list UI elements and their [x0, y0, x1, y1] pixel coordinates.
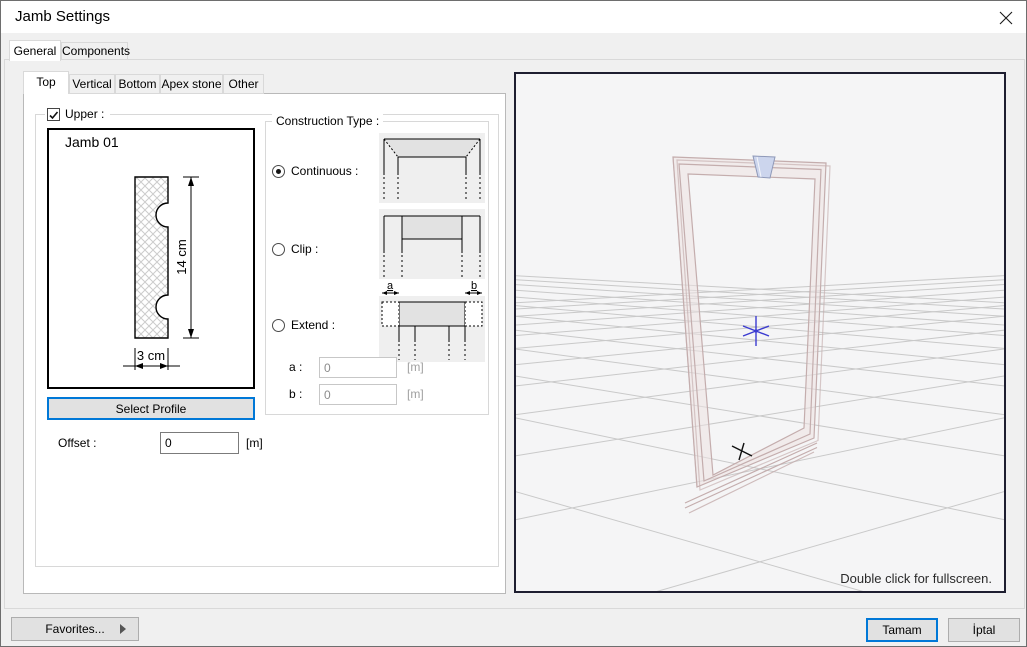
offset-label: Offset :	[58, 436, 96, 450]
radio-extend-label: Extend :	[291, 318, 335, 332]
favorites-button[interactable]: Favorites...	[11, 617, 139, 641]
tab-top[interactable]: Top	[23, 71, 69, 94]
a-unit: [m]	[407, 360, 424, 374]
upper-checkbox-label: Upper :	[65, 107, 104, 121]
radio-continuous-label: Continuous :	[291, 164, 358, 178]
svg-text:3 cm: 3 cm	[137, 348, 165, 363]
profile-name: Jamb 01	[65, 134, 119, 150]
radio-clip-circle[interactable]	[272, 243, 285, 256]
window-title: Jamb Settings	[15, 8, 110, 25]
offset-input[interactable]	[160, 432, 239, 454]
a-label: a :	[289, 360, 302, 374]
a-input	[319, 357, 397, 378]
tab-general[interactable]: General	[9, 40, 61, 61]
construction-type-group: Construction Type : Continuous : Clip : …	[265, 121, 489, 415]
upper-checkbox[interactable]	[47, 108, 60, 121]
floor-grid	[516, 224, 1004, 591]
tab-components[interactable]: Components	[61, 42, 128, 60]
cancel-button[interactable]: İptal	[948, 618, 1020, 642]
b-label: b :	[289, 387, 302, 401]
tab-vertical[interactable]: Vertical	[69, 74, 115, 94]
svg-text:a: a	[387, 280, 394, 292]
construction-type-label: Construction Type :	[272, 114, 383, 128]
radio-continuous-circle[interactable]	[272, 165, 285, 178]
submenu-arrow-icon	[120, 624, 126, 634]
radio-extend[interactable]: Extend :	[272, 318, 335, 332]
ok-button[interactable]: Tamam	[866, 618, 938, 642]
favorites-label: Favorites...	[45, 622, 104, 636]
offset-unit: [m]	[246, 436, 263, 450]
b-input	[319, 384, 397, 405]
radio-continuous[interactable]: Continuous :	[272, 164, 358, 178]
tab-apex-stone[interactable]: Apex stone	[160, 74, 223, 94]
profile-preview: Jamb 01 14 cm	[47, 128, 255, 389]
fullscreen-hint: Double click for fullscreen.	[840, 571, 992, 586]
profile-drawing: 14 cm 3 cm	[49, 130, 253, 387]
svg-text:14 cm: 14 cm	[174, 239, 189, 274]
extend-diagram: a b	[379, 280, 485, 362]
preview-3d-viewport[interactable]: Double click for fullscreen.	[514, 72, 1006, 593]
titlebar: Jamb Settings	[1, 1, 1026, 33]
continuous-diagram	[379, 133, 485, 203]
jamb-settings-dialog: Jamb Settings General Components Top Ver…	[0, 0, 1027, 647]
close-icon[interactable]	[997, 9, 1015, 27]
b-unit: [m]	[407, 387, 424, 401]
svg-text:b: b	[471, 280, 477, 292]
upper-group: Upper : Jamb 01	[35, 114, 499, 567]
top-tab-page: Upper : Jamb 01	[23, 93, 506, 594]
radio-clip-label: Clip :	[291, 242, 318, 256]
radio-clip[interactable]: Clip :	[272, 242, 318, 256]
preview-3d-scene	[516, 74, 1004, 591]
radio-extend-circle[interactable]	[272, 319, 285, 332]
tab-bottom[interactable]: Bottom	[115, 74, 160, 94]
checkbox-check-icon	[48, 110, 60, 121]
select-profile-button[interactable]: Select Profile	[47, 397, 255, 420]
tab-other[interactable]: Other	[223, 74, 264, 94]
clip-diagram	[379, 209, 485, 279]
